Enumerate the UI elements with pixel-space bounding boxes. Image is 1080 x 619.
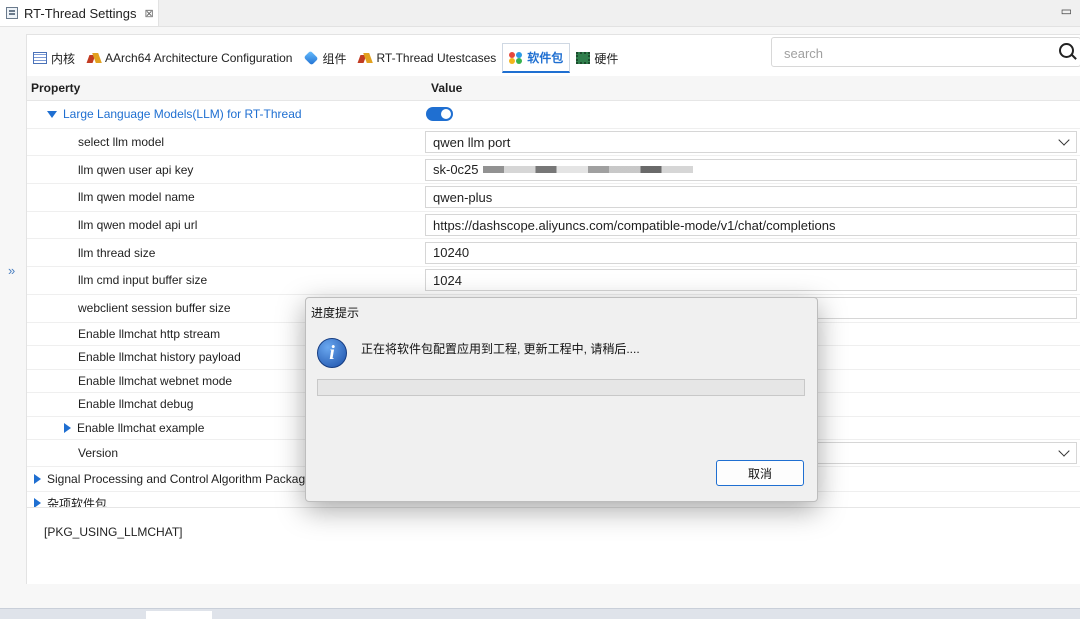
table-row[interactable]: select llm model qwen llm port (27, 129, 1080, 157)
editor-titlebar: RT-Thread Settings ⊠ ▭ (0, 0, 1080, 27)
view-menu-icon[interactable]: ▭ (1061, 4, 1072, 18)
table-row-group[interactable]: Large Language Models(LLM) for RT-Thread (27, 101, 1080, 129)
table-row[interactable]: llm cmd input buffer size 1024 (27, 267, 1080, 295)
model-name-field[interactable]: qwen-plus (425, 186, 1077, 209)
group-label: Large Language Models(LLM) for RT-Thread (63, 107, 302, 122)
search-box (771, 37, 1080, 67)
input-buffer-field[interactable]: 1024 (425, 269, 1077, 292)
search-input[interactable] (782, 39, 1046, 67)
tab-packages[interactable]: 软件包 (502, 43, 571, 73)
info-icon: i (317, 338, 347, 368)
tab-label: 硬件 (594, 51, 619, 66)
editor-tab[interactable]: RT-Thread Settings ⊠ (0, 0, 159, 26)
tab-kernel[interactable]: 内核 (27, 43, 81, 73)
cube-icon (304, 50, 319, 66)
row-label: llm qwen user api key (78, 162, 194, 177)
api-key-value: sk-0c25 (433, 162, 479, 178)
editor-title: RT-Thread Settings (24, 5, 137, 21)
tab-utestcases[interactable]: RT-Thread Utestcases (352, 43, 502, 73)
group-enable-toggle[interactable] (426, 107, 453, 122)
search-icon[interactable] (1059, 43, 1074, 58)
tools-icon (87, 52, 101, 64)
thread-size-field[interactable]: 10240 (425, 241, 1077, 264)
row-label: llm cmd input buffer size (78, 273, 208, 288)
chevron-down-icon (1058, 445, 1070, 457)
chevron-down-icon (1058, 134, 1070, 146)
row-label: Enable llmchat example (77, 420, 205, 435)
cancel-button[interactable]: 取消 (716, 460, 804, 486)
select-llm-model-dropdown[interactable]: qwen llm port (425, 131, 1077, 154)
dialog-title: 进度提示 (311, 306, 360, 320)
tab-label: 软件包 (527, 51, 564, 65)
progress-bar (317, 379, 805, 396)
row-label: llm thread size (78, 245, 156, 260)
settings-file-icon (6, 7, 18, 19)
table-row[interactable]: llm qwen user api key sk-0c25 (27, 156, 1080, 185)
package-icon (509, 51, 523, 64)
tab-label: RT-Thread Utestcases (376, 51, 497, 65)
row-label: llm qwen model name (78, 190, 195, 205)
tab-label: AArch64 Architecture Configuration (105, 51, 293, 65)
dropdown-value: qwen llm port (433, 134, 511, 150)
chip-icon (576, 52, 591, 64)
column-value: Value (431, 81, 463, 95)
close-icon[interactable]: ⊠ (144, 7, 153, 20)
row-label: select llm model (78, 135, 165, 150)
tab-label: 内核 (51, 51, 76, 66)
column-property: Property (31, 81, 81, 95)
tab-aarch64[interactable]: AArch64 Architecture Configuration (81, 43, 298, 73)
tab-hardware[interactable]: 硬件 (570, 43, 624, 73)
collapse-icon[interactable] (47, 110, 57, 118)
group-label: Signal Processing and Control Algorithm … (47, 472, 312, 486)
tab-components[interactable]: 组件 (298, 43, 352, 73)
expand-icon[interactable] (64, 422, 71, 433)
tools-icon (358, 52, 372, 64)
progress-dialog: 进度提示 i 正在将软件包配置应用到工程, 更新工程中, 请稍后.... 取消 (305, 297, 818, 502)
row-label: llm qwen model api url (78, 218, 198, 233)
expand-icon[interactable] (34, 474, 41, 484)
description-panel: [PKG_USING_LLMCHAT] (27, 507, 1080, 584)
bottom-panel-bar (0, 608, 1080, 619)
table-row[interactable]: llm qwen model api url https://dashscope… (27, 212, 1080, 240)
tab-label: 组件 (322, 51, 347, 66)
table-row[interactable]: llm thread size 10240 (27, 239, 1080, 268)
redacted-blur (482, 166, 693, 174)
settings-tabs: 内核 AArch64 Architecture Configuration 组件… (27, 35, 624, 73)
api-url-field[interactable]: https://dashscope.aliyuncs.com/compatibl… (425, 214, 1077, 237)
expand-panel-icon[interactable]: » (8, 263, 15, 278)
dialog-message: 正在将软件包配置应用到工程, 更新工程中, 请稍后.... (361, 342, 640, 356)
table-header: Property Value (27, 76, 1080, 101)
api-key-field[interactable]: sk-0c25 (425, 158, 1077, 181)
grid-icon (33, 52, 47, 64)
description-text: [PKG_USING_LLMCHAT] (44, 525, 183, 539)
table-row[interactable]: llm qwen model name qwen-plus (27, 184, 1080, 212)
